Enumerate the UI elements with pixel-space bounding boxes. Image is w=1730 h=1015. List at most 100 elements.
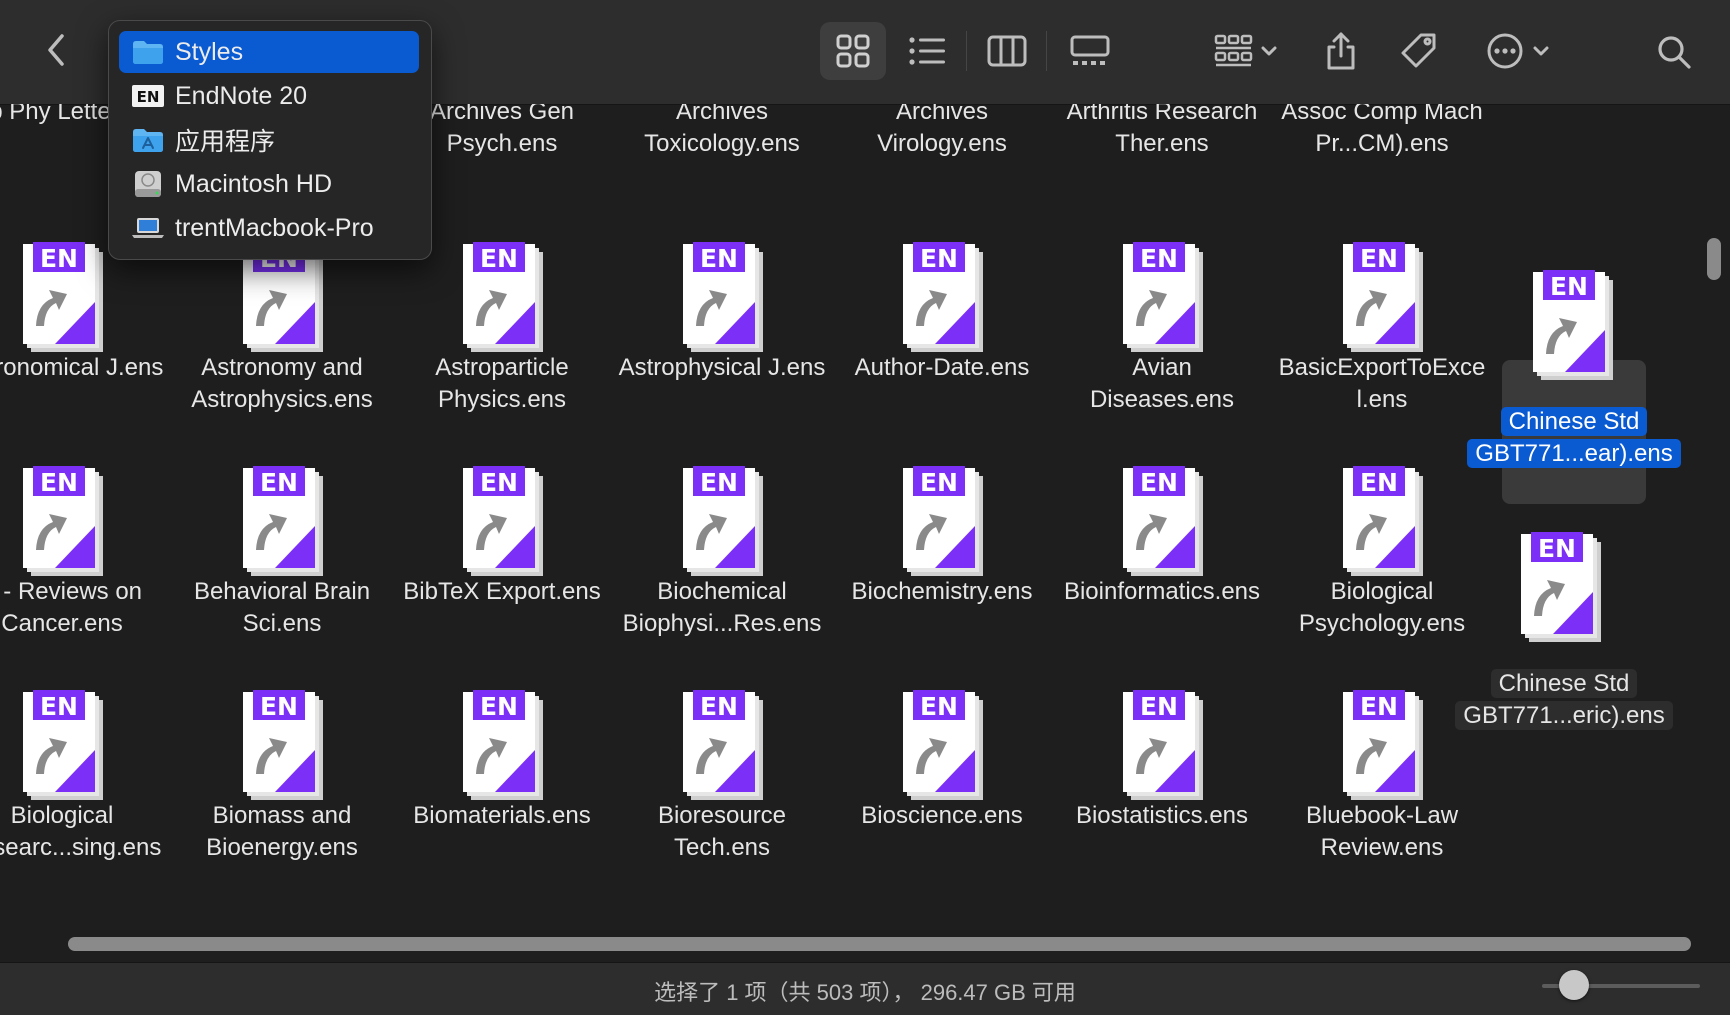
file-name-label: Astrophysical J.ens [618, 354, 826, 381]
file-name-label: A - Reviews on Cancer.ens [0, 578, 143, 637]
file-item[interactable]: EN Astrophysical J.ens [615, 240, 829, 446]
file-badge-text: EN [1538, 534, 1576, 563]
share-button[interactable] [1312, 22, 1370, 80]
hard-drive-icon [131, 169, 165, 199]
tag-button[interactable] [1390, 22, 1448, 80]
file-name-label: Astroparticle Physics.ens [435, 354, 569, 413]
file-item[interactable]: EN Biological Psychology.ens [1275, 464, 1489, 670]
file-item[interactable]: EN Astroparticle Physics.ens [395, 240, 609, 446]
list-view-icon [909, 37, 945, 65]
file-name-label: Avian Diseases.ens [1089, 354, 1235, 413]
file-item-selected[interactable]: EN Chinese Std GBT771...ear).ens [1465, 268, 1683, 474]
menu-item-computer[interactable]: trentMacbook-Pro [119, 207, 419, 249]
menu-item-styles[interactable]: Styles [119, 31, 419, 73]
file-item[interactable]: EN Biological Researc...sing.ens [0, 688, 169, 894]
file-item[interactable]: EN Astronomical J.ens [0, 240, 169, 446]
file-item[interactable]: EN Bioresource Tech.ens [615, 688, 829, 894]
file-name-label: Biomaterials.ens [413, 802, 591, 829]
column-view-button[interactable] [974, 22, 1040, 80]
list-view-button[interactable] [896, 22, 960, 80]
group-by-icon [1214, 34, 1253, 67]
file-name-label: Arthritis Research Ther.ens [1066, 104, 1258, 157]
file-item[interactable]: ENArchives Toxicology.ens [615, 104, 829, 190]
file-item[interactable]: EN BasicExportToExcel.ens [1275, 240, 1489, 446]
file-badge-text: EN [1550, 272, 1588, 301]
file-document-icon: EN [459, 688, 549, 800]
icon-view-button[interactable] [820, 22, 886, 80]
file-badge-text: EN [1360, 244, 1398, 273]
file-document-icon: EN [899, 688, 989, 800]
file-item[interactable]: EN A - Reviews on Cancer.ens [0, 464, 169, 670]
back-button[interactable] [36, 28, 76, 72]
path-popup-menu: Styles EN EndNote 20 应用程序 Macintosh HD t… [108, 20, 432, 260]
file-item[interactable]: ENAstronomy and Astrophysics.ens [175, 240, 389, 446]
file-item[interactable]: EN Biostatistics.ens [1055, 688, 1269, 894]
file-document-icon: EN [1119, 240, 1209, 352]
file-item[interactable]: EN Biomaterials.ens [395, 688, 609, 894]
file-document-icon: EN [1339, 688, 1429, 800]
file-document-icon: EN [19, 240, 109, 352]
vertical-scrollbar-thumb[interactable] [1707, 238, 1721, 280]
menu-item-applications[interactable]: 应用程序 [119, 119, 419, 161]
more-actions-button[interactable] [1476, 22, 1560, 80]
file-badge-text: EN [1140, 244, 1178, 273]
more-actions-icon [1487, 33, 1523, 69]
file-badge-text: EN [700, 244, 738, 273]
file-name-label: BibTeX Export.ens [403, 578, 601, 605]
file-document-icon: EN [679, 688, 769, 800]
file-item[interactable]: EN Author-Date.ens [835, 240, 1049, 446]
file-name-line: Chinese Std [1490, 669, 1638, 698]
status-bar: 选择了 1 项（共 503 项）， 296.47 GB 可用 [0, 962, 1730, 1015]
search-button[interactable] [1648, 26, 1700, 78]
file-item[interactable]: EN Bioscience.ens [835, 688, 1049, 894]
applications-folder-icon [131, 125, 165, 155]
file-name-label: Archives Virology.ens [877, 104, 1007, 157]
file-badge-text: EN [40, 244, 78, 273]
file-document-icon: EN [679, 240, 769, 352]
svg-text:EN: EN [137, 88, 160, 106]
file-item[interactable]: ENAssoc Comp Mach Pr...CM).ens [1275, 104, 1489, 190]
file-name-label: Bioresource Tech.ens [657, 802, 787, 861]
file-badge-text: EN [40, 692, 78, 721]
file-item[interactable]: EN Biochemistry.ens [835, 464, 1049, 670]
file-item[interactable]: EN Behavioral Brain Sci.ens [175, 464, 389, 670]
file-name-label: Bioscience.ens [861, 802, 1023, 829]
file-document-icon: EN [19, 688, 109, 800]
file-item[interactable]: EN Avian Diseases.ens [1055, 240, 1269, 446]
file-document-icon: EN [899, 240, 989, 352]
file-item[interactable]: EN Biochemical Biophysi...Res.ens [615, 464, 829, 670]
file-document-icon: EN [1339, 240, 1429, 352]
file-badge-text: EN [920, 244, 958, 273]
file-badge-text: EN [480, 468, 518, 497]
file-item[interactable]: EN Biomass and Bioenergy.ens [175, 688, 389, 894]
chevron-down-icon [1533, 46, 1549, 56]
menu-item-label: trentMacbook-Pro [175, 213, 374, 242]
toolbar-divider [966, 31, 967, 71]
file-item[interactable]: ENArchives Virology.ens [835, 104, 1049, 190]
file-name-label: Author-Date.ens [854, 354, 1030, 381]
file-name-label: Bluebook-Law Review.ens [1305, 802, 1459, 861]
horizontal-scrollbar-thumb[interactable] [68, 937, 1691, 951]
file-name-line: Chinese Std [1500, 407, 1648, 436]
endnote-app-icon: EN [131, 81, 165, 111]
gallery-view-button[interactable] [1054, 22, 1126, 80]
file-item[interactable]: EN BibTeX Export.ens [395, 464, 609, 670]
file-badge-text: EN [260, 468, 298, 497]
file-document-icon: EN [459, 240, 549, 352]
grid-view-icon [836, 34, 870, 68]
file-name-label: Biomass and Bioenergy.ens [206, 802, 358, 861]
icon-size-slider-thumb[interactable] [1558, 970, 1589, 1000]
group-by-button[interactable] [1206, 22, 1286, 80]
file-name-label: Astronomical J.ens [0, 354, 164, 381]
file-item[interactable]: EN Bluebook-Law Review.ens [1275, 688, 1489, 894]
menu-item-endnote[interactable]: EN EndNote 20 [119, 75, 419, 117]
menu-item-macintosh-hd[interactable]: Macintosh HD [119, 163, 419, 205]
file-item[interactable]: EN Bioinformatics.ens [1055, 464, 1269, 670]
file-name-label: Astronomy and Astrophysics.ens [191, 354, 373, 413]
file-document-icon: EN [1517, 530, 1607, 642]
menu-item-label: Macintosh HD [175, 169, 332, 198]
file-item[interactable]: ENArthritis Research Ther.ens [1055, 104, 1269, 190]
status-text: 选择了 1 项（共 503 项）， 296.47 GB 可用 [654, 980, 1076, 1005]
file-badge-text: EN [480, 244, 518, 273]
file-name-label: BasicExportToExcel.ens [1278, 354, 1486, 413]
